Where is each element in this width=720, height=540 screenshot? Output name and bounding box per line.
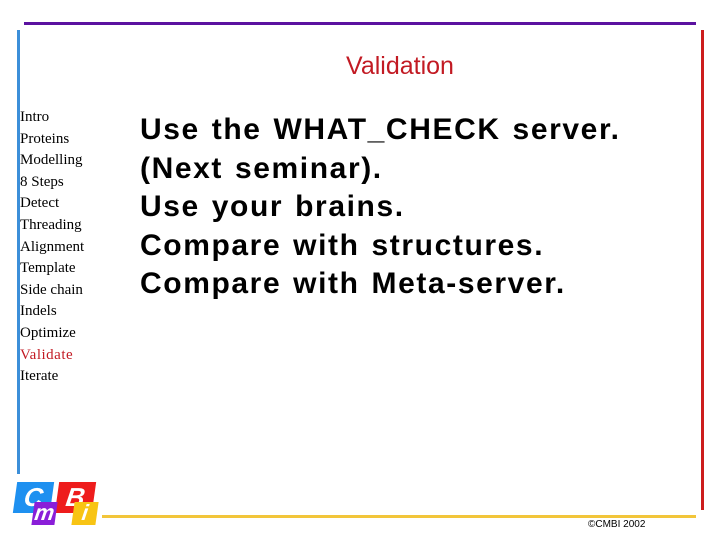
sidebar-item-validate[interactable]: Validate xyxy=(20,345,84,367)
copyright-notice: ©CMBI 2002 xyxy=(588,519,646,530)
sidebar-nav: Intro Proteins Modelling 8 Steps Detect … xyxy=(20,107,84,388)
sidebar-item-modelling[interactable]: Modelling xyxy=(20,150,84,172)
sidebar-item-side-chain[interactable]: Side chain xyxy=(20,280,84,302)
sidebar-item-alignment[interactable]: Alignment xyxy=(20,237,84,259)
sidebar-item-template[interactable]: Template xyxy=(20,258,84,280)
sidebar-item-optimize[interactable]: Optimize xyxy=(20,323,84,345)
content-line: Use the WHAT_CHECK server. xyxy=(140,113,621,146)
bottom-rule xyxy=(102,515,696,518)
sidebar-item-intro[interactable]: Intro xyxy=(20,107,84,129)
logo-letter-m: m xyxy=(31,500,58,525)
content-line: Compare with Meta-server. xyxy=(140,267,566,301)
content-line: (Next seminar). xyxy=(140,151,383,185)
cmbi-logo: C B m i xyxy=(12,481,104,527)
right-rule xyxy=(701,30,704,510)
sidebar-item-proteins[interactable]: Proteins xyxy=(20,129,84,151)
content-line: Use your brains. xyxy=(140,190,405,224)
sidebar-item-detect[interactable]: Detect xyxy=(20,193,84,215)
slide-title: Validation xyxy=(346,52,454,80)
content-line: Compare with structures. xyxy=(140,228,545,262)
sidebar-item-iterate[interactable]: Iterate xyxy=(20,366,84,388)
sidebar-item-threading[interactable]: Threading xyxy=(20,215,84,237)
top-rule xyxy=(24,22,696,25)
main-content: Use the WHAT_CHECK server. (Next seminar… xyxy=(140,111,621,304)
sidebar-item-8-steps[interactable]: 8 Steps xyxy=(20,172,84,194)
sidebar-item-indels[interactable]: Indels xyxy=(20,301,84,323)
logo-letter-i: i xyxy=(71,500,99,525)
